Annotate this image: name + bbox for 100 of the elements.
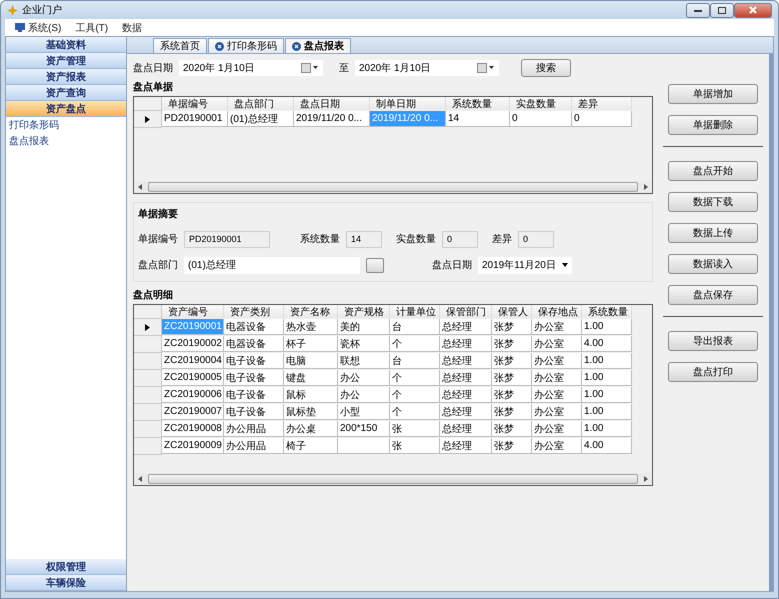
table-cell: 办公室 [532,370,582,386]
date-picker[interactable]: 2019年11月20日 [478,256,572,274]
column-header[interactable]: 资产类别 [224,305,284,318]
action-button[interactable]: 导出报表 [668,331,758,351]
menu-item[interactable]: 系统(S) [15,20,62,34]
close-icon[interactable] [292,42,301,50]
table-cell: 电器设备 [224,336,284,352]
column-header[interactable]: 保管部门 [440,305,492,318]
table-cell: 杯子 [284,336,338,352]
app-logo-icon [7,4,18,16]
table-cell: 1.00 [582,387,632,403]
sidebar-section[interactable]: 基础资料 [6,37,126,53]
table-cell: 4.00 [582,336,632,352]
minimize-icon [694,8,702,12]
browse-button[interactable] [366,258,384,272]
sidebar-section[interactable]: 资产管理 [6,53,126,69]
close-icon [749,6,757,14]
tab[interactable]: 系统首页 [153,38,207,53]
column-header[interactable]: 保存地点 [532,305,582,318]
table-cell: 张梦 [492,404,532,420]
horizontal-scrollbar[interactable] [135,181,651,192]
scroll-left-icon[interactable] [138,476,142,482]
monitor-icon [15,23,25,32]
column-header[interactable]: 实盘数量 [510,97,572,110]
tab[interactable]: 打印条形码 [208,38,284,53]
difference-field: 0 [518,230,554,248]
table-cell: 办公 [338,387,390,403]
tab[interactable]: 盘点报表 [285,38,351,53]
scroll-left-icon[interactable] [138,184,142,190]
column-header[interactable]: 资产编号 [162,305,224,318]
table-cell: 办公用品 [224,438,284,454]
action-button[interactable]: 单据删除 [668,115,758,135]
column-header[interactable]: 计量单位 [390,305,440,318]
column-header[interactable]: 制单日期 [370,97,446,110]
action-button[interactable]: 盘点打印 [668,362,758,382]
department-field[interactable]: (01)总经理 [184,256,360,274]
table-cell: 台 [390,353,440,369]
section-title: 盘点明细 [133,288,174,302]
action-button[interactable]: 数据下载 [668,192,758,212]
menu-item[interactable]: 数据 [122,20,142,34]
sidebar-section[interactable]: 资产报表 [6,69,126,85]
sidebar-section[interactable]: 资产查询 [6,85,126,101]
sidebar-section[interactable]: 资产盘点 [6,101,126,117]
column-header[interactable]: 系统数量 [582,305,632,318]
table-cell: 0 [510,111,572,127]
row-header[interactable] [134,111,162,128]
close-icon[interactable] [215,42,224,50]
column-header[interactable]: 盘点日期 [294,97,370,110]
table-cell: 张梦 [492,438,532,454]
table-cell: 电子设备 [224,370,284,386]
column-header[interactable]: 盘点部门 [228,97,294,110]
calendar-dropdown-icon[interactable] [301,63,319,73]
menu-item[interactable]: 工具(T) [75,20,108,34]
actual-quantity-field: 0 [442,230,478,248]
table-cell: 办公室 [532,387,582,403]
minimize-button[interactable] [686,2,710,18]
action-button[interactable]: 盘点保存 [668,285,758,305]
action-button[interactable]: 数据上传 [668,223,758,243]
table-cell: ZC20190007 [162,404,224,420]
action-button[interactable]: 盘点开始 [668,161,758,181]
table-cell: 鼠标垫 [284,404,338,420]
date-picker[interactable]: 2020年 1月10日 [355,60,499,76]
table-cell: 张梦 [492,336,532,352]
sidebar-section[interactable]: 车辆保险 [6,575,126,591]
table-cell: 1.00 [582,319,632,335]
table-cell: 总经理 [440,387,492,403]
maximize-button[interactable] [710,2,734,18]
action-button[interactable]: 单据增加 [668,84,758,104]
table-cell: 总经理 [440,336,492,352]
dropdown-icon[interactable] [562,263,568,267]
data-grid[interactable]: 单据编号 盘点部门 盘点日期 制单日期 系统数量 实盘数量 差异 PD20190001 (01)总经理 2019/11/20 0... 2019/11/20 0... 14 0 0 [133,96,653,194]
table-cell: 办公室 [532,319,582,335]
voucher-number-field: PD20190001 [184,230,270,248]
date-picker[interactable]: 2020年 1月10日 [179,60,323,76]
maximize-icon [718,6,726,14]
table-cell: ZC20190002 [162,336,224,352]
calendar-dropdown-icon[interactable] [477,63,495,73]
horizontal-scrollbar[interactable] [135,473,651,484]
column-header[interactable]: 系统数量 [446,97,510,110]
column-header[interactable]: 单据编号 [162,97,228,110]
scroll-right-icon[interactable] [644,184,648,190]
table-cell: ZC20190004 [162,353,224,369]
data-grid[interactable] [133,304,653,486]
action-button[interactable]: 数据读入 [668,254,758,274]
table-cell: 办公室 [532,336,582,352]
column-header[interactable]: 资产名称 [284,305,338,318]
row-header[interactable] [134,319,162,336]
sidebar-item[interactable]: 盘点报表 [6,133,126,149]
column-header[interactable]: 保管人 [492,305,532,318]
table-cell: 1.00 [582,404,632,420]
table-cell: PD20190001 [162,111,228,127]
column-header[interactable]: 资产规格 [338,305,390,318]
table-cell: 0 [572,111,632,127]
scroll-right-icon[interactable] [644,476,648,482]
search-button[interactable]: 搜索 [521,59,571,77]
close-button[interactable] [734,2,772,18]
column-header[interactable]: 差异 [572,97,632,110]
section-title: 单据摘要 [138,207,179,221]
sidebar-item[interactable]: 打印条形码 [6,117,126,133]
sidebar-section[interactable]: 权限管理 [6,559,126,575]
